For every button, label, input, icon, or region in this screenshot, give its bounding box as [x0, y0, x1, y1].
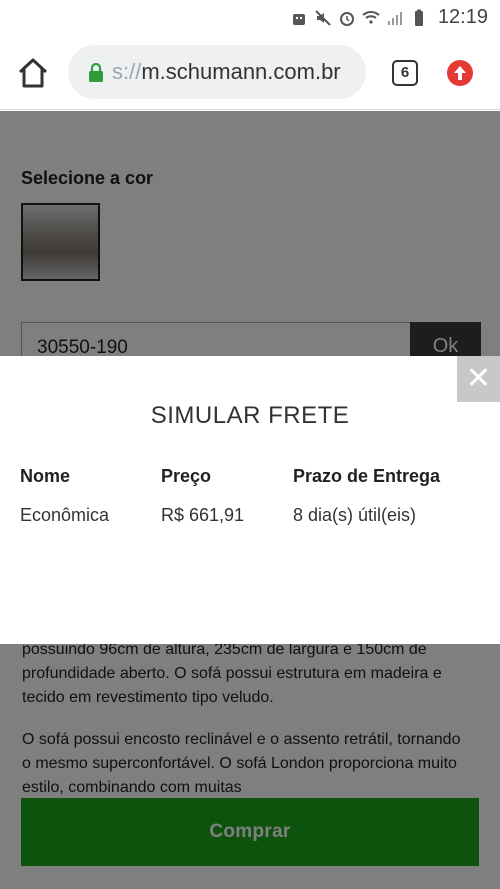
home-icon[interactable]	[16, 56, 50, 90]
row-name: Econômica	[20, 505, 110, 525]
shipping-modal: ✕ SIMULAR FRETE Nome Preço Prazo de Entr…	[0, 356, 500, 644]
update-icon[interactable]	[447, 60, 473, 86]
battery-icon	[414, 9, 423, 26]
browser-toolbar: s://m.schumann.com.br 6	[0, 36, 500, 110]
status-time: 12:19	[437, 6, 488, 28]
alarm-icon	[339, 11, 354, 26]
status-icons: 12:19	[290, 6, 488, 29]
header-name: Nome	[20, 466, 71, 486]
url-scheme: s://	[112, 59, 142, 84]
mute-icon	[315, 9, 331, 26]
row-price: R$ 661,91	[161, 505, 245, 525]
close-button[interactable]: ✕	[457, 356, 500, 402]
signal-icon	[387, 11, 402, 25]
android-icon	[292, 13, 305, 25]
header-price: Preço	[161, 466, 212, 486]
url-host: m.schumann.com.br	[141, 59, 341, 84]
url-bar[interactable]: s://m.schumann.com.br	[68, 45, 366, 99]
modal-title: SIMULAR FRETE	[150, 402, 350, 429]
status-bar: 12:19	[0, 0, 500, 36]
header-delivery: Prazo de Entrega	[293, 466, 441, 486]
row-delivery: 8 dia(s) útil(eis)	[293, 505, 417, 525]
wifi-icon	[362, 10, 380, 24]
url-text: s://m.schumann.com.br	[112, 59, 341, 85]
lock-icon	[89, 62, 103, 82]
tab-switcher-button[interactable]: 6	[392, 60, 418, 86]
